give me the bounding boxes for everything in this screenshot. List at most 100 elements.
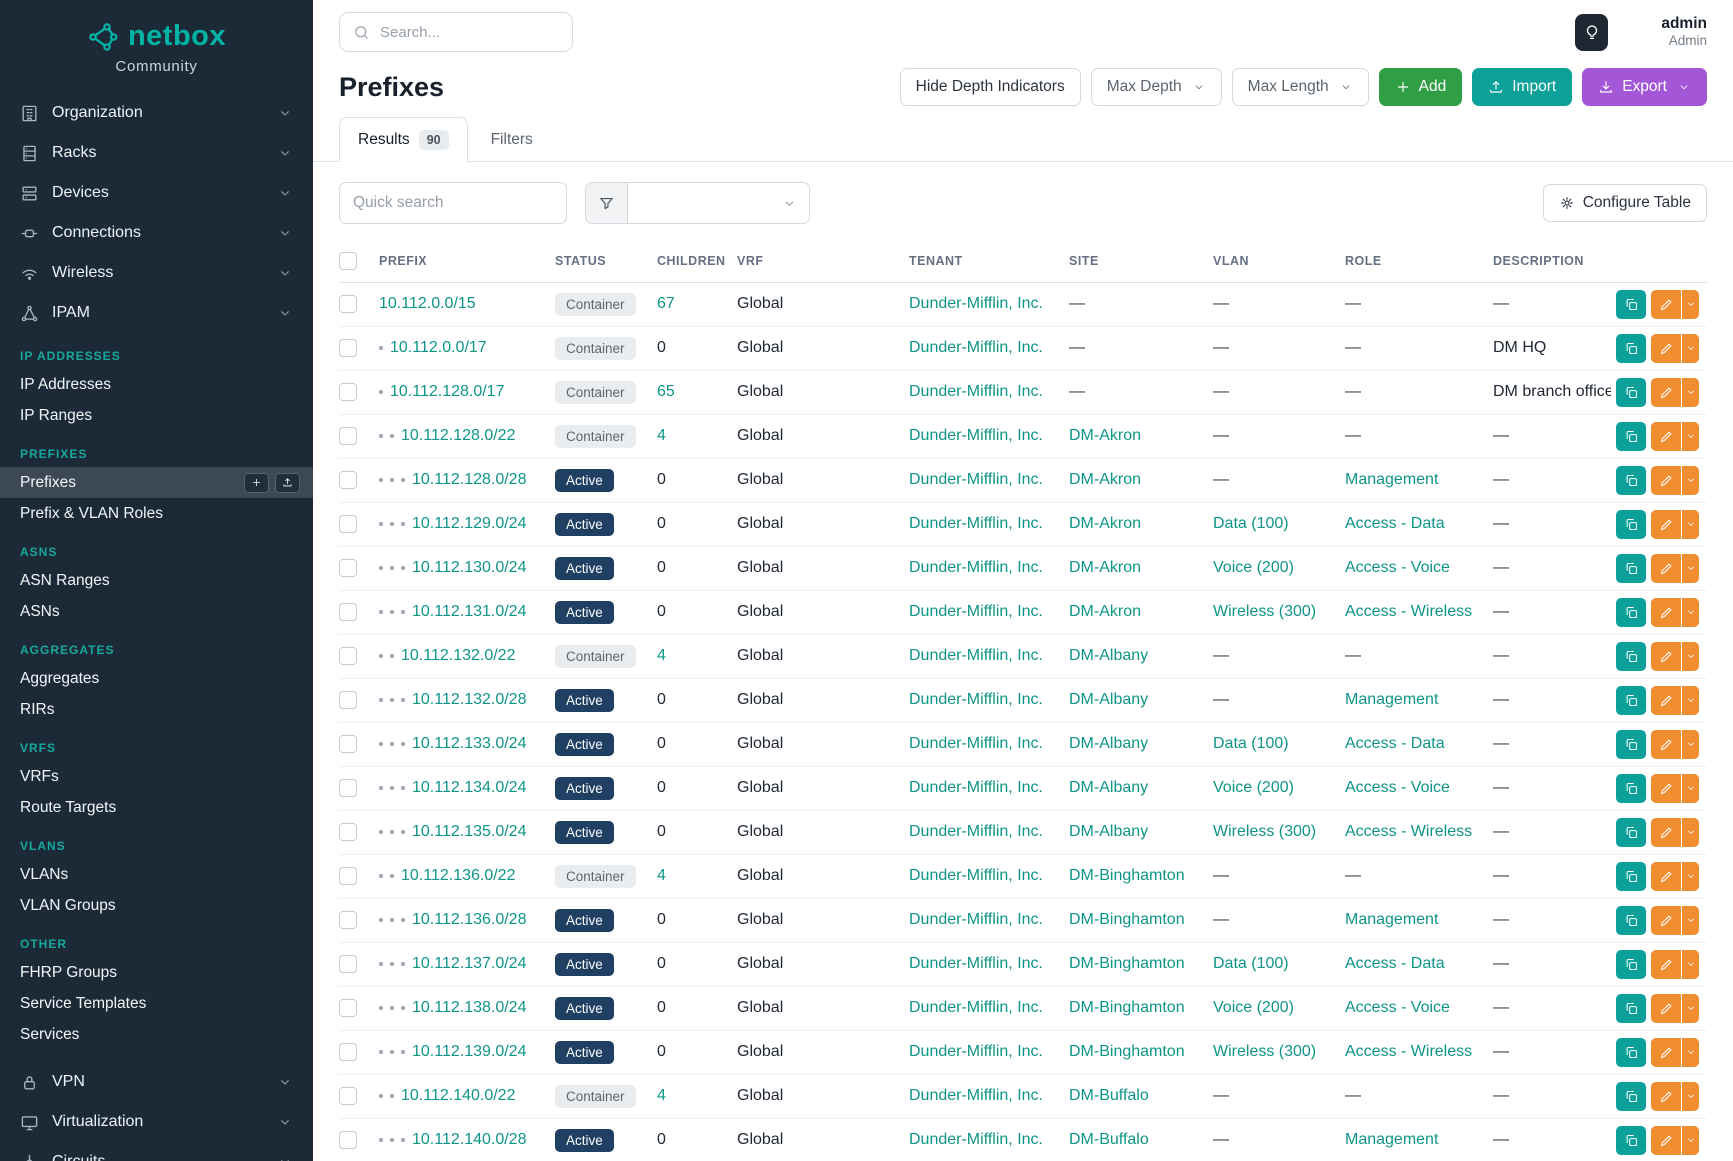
edit-dropdown-caret[interactable] bbox=[1682, 730, 1699, 759]
children-link[interactable]: 4 bbox=[657, 647, 666, 664]
edit-button[interactable] bbox=[1651, 950, 1681, 979]
edit-button[interactable] bbox=[1651, 730, 1681, 759]
notifications-bell-icon[interactable] bbox=[1623, 21, 1646, 44]
site-link[interactable]: DM-Buffalo bbox=[1069, 1131, 1149, 1148]
tenant-link[interactable]: Dunder-Mifflin, Inc. bbox=[909, 295, 1043, 312]
edit-button[interactable] bbox=[1651, 598, 1681, 627]
row-checkbox[interactable] bbox=[339, 559, 357, 577]
column-header-prefix[interactable]: PREFIX bbox=[379, 240, 555, 282]
copy-button[interactable] bbox=[1616, 378, 1646, 407]
role-link[interactable]: Management bbox=[1345, 691, 1438, 708]
site-link[interactable]: DM-Binghamton bbox=[1069, 955, 1185, 972]
site-link[interactable]: DM-Akron bbox=[1069, 471, 1141, 488]
edit-dropdown-caret[interactable] bbox=[1682, 774, 1699, 803]
copy-button[interactable] bbox=[1616, 642, 1646, 671]
saved-filter-select[interactable] bbox=[628, 182, 810, 224]
tab-results[interactable]: Results90 bbox=[339, 117, 468, 162]
site-link[interactable]: DM-Albany bbox=[1069, 823, 1148, 840]
edit-button[interactable] bbox=[1651, 378, 1681, 407]
edit-dropdown-caret[interactable] bbox=[1682, 1038, 1699, 1067]
edit-button[interactable] bbox=[1651, 1038, 1681, 1067]
column-header-vrf[interactable]: VRF bbox=[737, 240, 909, 282]
site-link[interactable]: DM-Akron bbox=[1069, 603, 1141, 620]
tenant-link[interactable]: Dunder-Mifflin, Inc. bbox=[909, 383, 1043, 400]
row-checkbox[interactable] bbox=[339, 999, 357, 1017]
row-checkbox[interactable] bbox=[339, 383, 357, 401]
children-link[interactable]: 4 bbox=[657, 867, 666, 884]
site-link[interactable]: DM-Binghamton bbox=[1069, 867, 1185, 884]
role-link[interactable]: Access - Data bbox=[1345, 955, 1445, 972]
add-button[interactable]: Add bbox=[1379, 68, 1463, 106]
vlan-link[interactable]: Data (100) bbox=[1213, 955, 1289, 972]
sidebar-item-rirs[interactable]: RIRs bbox=[0, 694, 313, 725]
edit-dropdown-caret[interactable] bbox=[1682, 466, 1699, 495]
edit-button[interactable] bbox=[1651, 422, 1681, 451]
row-checkbox[interactable] bbox=[339, 691, 357, 709]
copy-button[interactable] bbox=[1616, 290, 1646, 319]
column-header-tenant[interactable]: TENANT bbox=[909, 240, 1069, 282]
tenant-link[interactable]: Dunder-Mifflin, Inc. bbox=[909, 779, 1043, 796]
sidebar-item-ip-ranges[interactable]: IP Ranges bbox=[0, 400, 313, 431]
edit-button[interactable] bbox=[1651, 906, 1681, 935]
row-checkbox[interactable] bbox=[339, 603, 357, 621]
role-link[interactable]: Access - Wireless bbox=[1345, 1043, 1472, 1060]
tenant-link[interactable]: Dunder-Mifflin, Inc. bbox=[909, 1087, 1043, 1104]
copy-button[interactable] bbox=[1616, 554, 1646, 583]
copy-button[interactable] bbox=[1616, 466, 1646, 495]
row-checkbox[interactable] bbox=[339, 867, 357, 885]
copy-button[interactable] bbox=[1616, 422, 1646, 451]
copy-button[interactable] bbox=[1616, 950, 1646, 979]
tenant-link[interactable]: Dunder-Mifflin, Inc. bbox=[909, 603, 1043, 620]
tenant-link[interactable]: Dunder-Mifflin, Inc. bbox=[909, 339, 1043, 356]
row-checkbox[interactable] bbox=[339, 911, 357, 929]
hide-depth-indicators-button[interactable]: Hide Depth Indicators bbox=[900, 68, 1081, 106]
prefix-link[interactable]: 10.112.136.0/22 bbox=[401, 867, 515, 884]
site-link[interactable]: DM-Akron bbox=[1069, 559, 1141, 576]
select-all-checkbox[interactable] bbox=[339, 252, 357, 270]
prefix-link[interactable]: 10.112.128.0/17 bbox=[390, 383, 504, 400]
tenant-link[interactable]: Dunder-Mifflin, Inc. bbox=[909, 867, 1043, 884]
edit-dropdown-caret[interactable] bbox=[1682, 334, 1699, 363]
site-link[interactable]: DM-Binghamton bbox=[1069, 1043, 1185, 1060]
role-link[interactable]: Management bbox=[1345, 471, 1438, 488]
edit-button[interactable] bbox=[1651, 686, 1681, 715]
site-link[interactable]: DM-Buffalo bbox=[1069, 1087, 1149, 1104]
prefix-link[interactable]: 10.112.0.0/17 bbox=[390, 339, 487, 356]
global-search-input[interactable] bbox=[380, 24, 559, 41]
row-checkbox[interactable] bbox=[339, 955, 357, 973]
row-checkbox[interactable] bbox=[339, 515, 357, 533]
sidebar-item-devices[interactable]: Devices bbox=[0, 173, 313, 213]
prefix-link[interactable]: 10.112.135.0/24 bbox=[412, 823, 526, 840]
prefix-link[interactable]: 10.112.139.0/24 bbox=[412, 1043, 526, 1060]
quick-add-button[interactable] bbox=[244, 473, 269, 493]
row-checkbox[interactable] bbox=[339, 1087, 357, 1105]
sidebar-item-fhrp-groups[interactable]: FHRP Groups bbox=[0, 957, 313, 988]
copy-button[interactable] bbox=[1616, 598, 1646, 627]
copy-button[interactable] bbox=[1616, 906, 1646, 935]
edit-button[interactable] bbox=[1651, 818, 1681, 847]
edit-button[interactable] bbox=[1651, 994, 1681, 1023]
copy-button[interactable] bbox=[1616, 862, 1646, 891]
children-link[interactable]: 4 bbox=[657, 427, 666, 444]
vlan-link[interactable]: Voice (200) bbox=[1213, 999, 1294, 1016]
edit-dropdown-caret[interactable] bbox=[1682, 290, 1699, 319]
edit-dropdown-caret[interactable] bbox=[1682, 642, 1699, 671]
copy-button[interactable] bbox=[1616, 818, 1646, 847]
row-checkbox[interactable] bbox=[339, 427, 357, 445]
edit-dropdown-caret[interactable] bbox=[1682, 818, 1699, 847]
edit-button[interactable] bbox=[1651, 642, 1681, 671]
vlan-link[interactable]: Wireless (300) bbox=[1213, 603, 1316, 620]
copy-button[interactable] bbox=[1616, 1038, 1646, 1067]
edit-dropdown-caret[interactable] bbox=[1682, 378, 1699, 407]
role-link[interactable]: Access - Data bbox=[1345, 735, 1445, 752]
edit-dropdown-caret[interactable] bbox=[1682, 994, 1699, 1023]
vlan-link[interactable]: Voice (200) bbox=[1213, 779, 1294, 796]
sidebar-item-racks[interactable]: Racks bbox=[0, 133, 313, 173]
copy-button[interactable] bbox=[1616, 334, 1646, 363]
row-checkbox[interactable] bbox=[339, 295, 357, 313]
sidebar-item-organization[interactable]: Organization bbox=[0, 93, 313, 133]
edit-dropdown-caret[interactable] bbox=[1682, 422, 1699, 451]
vlan-link[interactable]: Wireless (300) bbox=[1213, 1043, 1316, 1060]
export-button[interactable]: Export bbox=[1582, 68, 1707, 106]
sidebar-item-wireless[interactable]: Wireless bbox=[0, 253, 313, 293]
